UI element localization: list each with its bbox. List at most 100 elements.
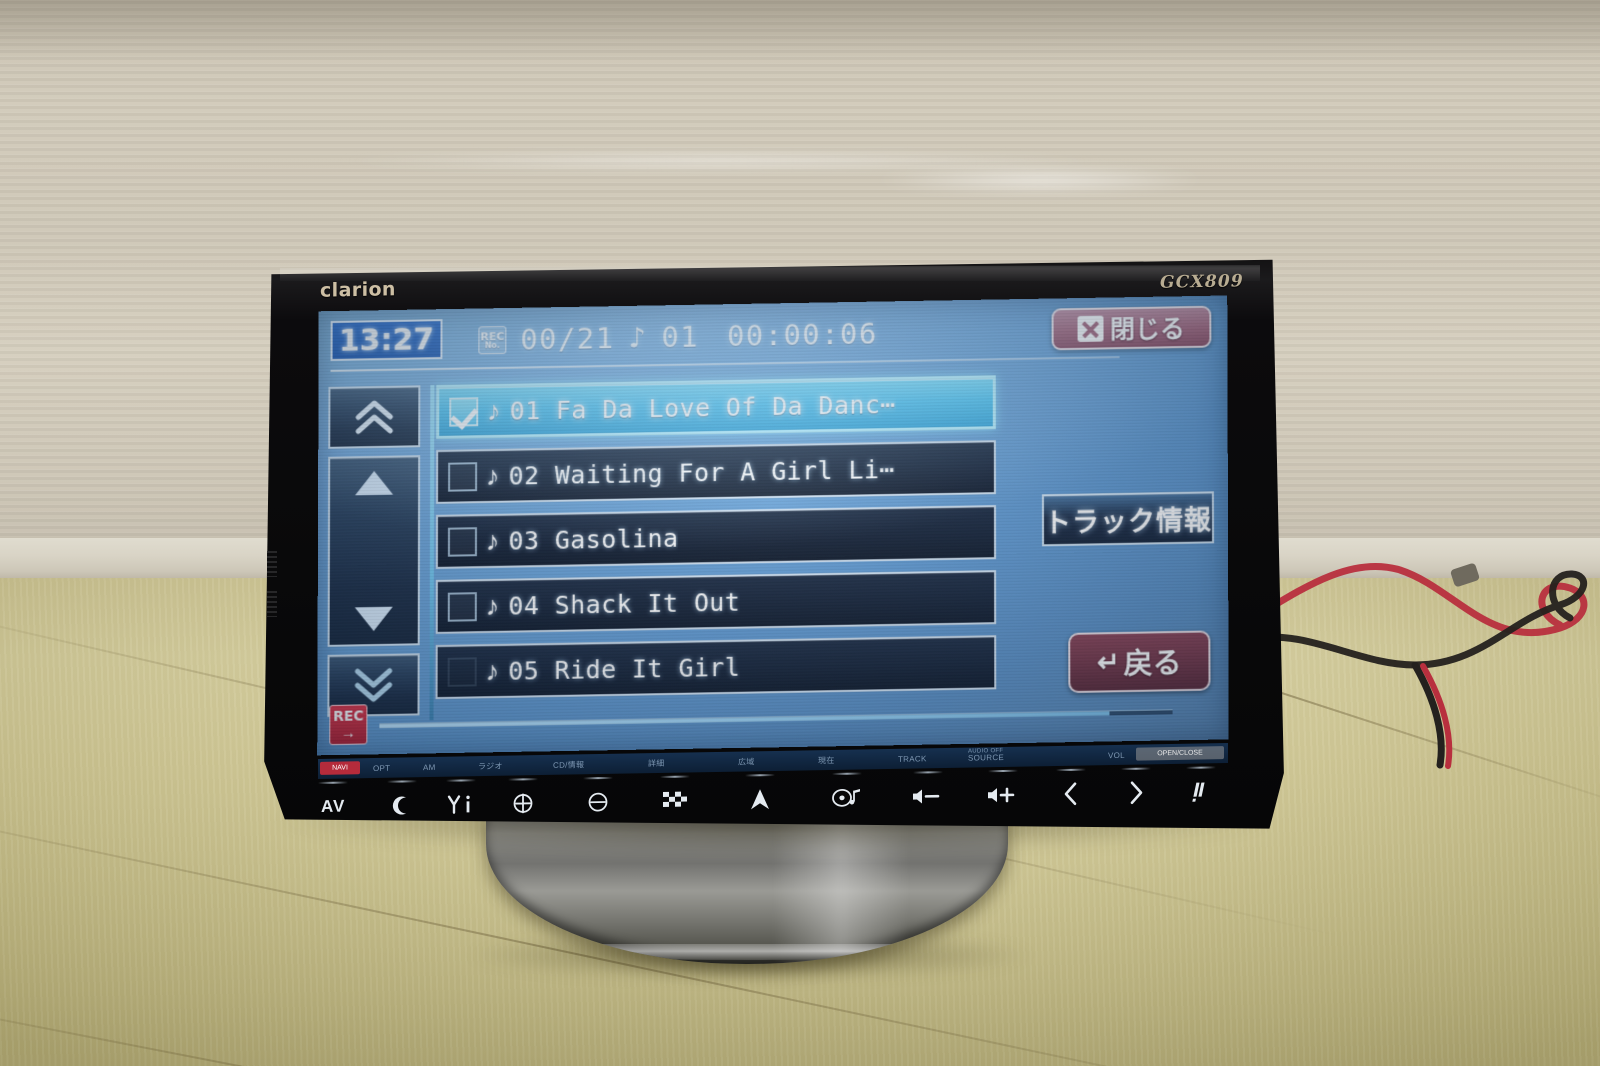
rec-indicator-line2: → [340,724,356,742]
button-cap-highlight [446,779,476,782]
rec-indicator-line1: REC [333,707,364,725]
close-button[interactable]: 閉じる [1051,305,1212,351]
button-cap-highlight [1186,766,1216,769]
track-row[interactable]: ♪ 03 Gasolina [435,505,997,569]
track-checkbox[interactable] [447,656,477,687]
page-up-button[interactable] [328,385,421,449]
button-label: VOL [1108,750,1125,760]
music-note-icon: ♪ [487,395,501,426]
progress-bar[interactable] [379,709,1173,729]
wall-highlight-2 [870,165,1210,195]
track-title: 05 Ride It Girl [508,652,741,686]
scroll-track[interactable] [327,455,421,647]
minus-circle-icon [586,790,610,814]
zoom-out-button[interactable] [583,776,613,823]
track-title: 04 Shack It Out [508,587,741,621]
triangle-up-icon[interactable] [353,468,395,499]
button-label: ラジオ [478,761,503,771]
dimmer-button[interactable] [387,780,417,826]
chevron-left-icon [1061,781,1081,807]
side-vent [267,551,277,577]
moon-icon [391,794,413,816]
playback-header: REC No. 00/21 ♪ 01 00:00:06 [478,314,878,361]
music-note-icon: ♪ [628,320,648,355]
plus-circle-icon [511,791,535,815]
y-info-icon [446,793,476,816]
list-scroll-rail [429,385,435,721]
bezel-gloss [280,265,1260,281]
car-audio-head-unit: clarion GCX809 13:27 REC No. 00/21 ♪ 01 … [258,251,1288,851]
chevron-right-icon [1126,780,1146,806]
zoom-in-button[interactable] [508,778,538,824]
wall-top-shading [0,0,1600,60]
double-chevron-up-icon [356,400,394,435]
side-vent [267,591,277,617]
header-divider [330,356,1120,372]
button-cap-highlight [1121,767,1151,770]
track-checkbox[interactable] [449,396,479,427]
track-checkbox[interactable] [447,526,477,557]
button-label: OPT [373,763,391,773]
track-checkbox[interactable] [447,591,477,622]
disc-music-icon [831,786,863,809]
eject-tilt-icon [1191,779,1211,803]
close-x-icon [1078,315,1105,342]
button-cap-highlight [660,775,690,779]
destination-button[interactable] [660,775,690,822]
music-note-icon: ♪ [485,655,500,686]
button-label: CD/情報 [553,759,585,770]
track-info-label: トラック情報 [1043,504,1213,538]
track-row[interactable]: ♪ 04 Shack It Out [435,570,997,634]
button-cap-highlight [318,781,349,784]
source-button[interactable] [831,772,863,819]
av-button[interactable]: AV [318,781,349,828]
progress-bar-fill [379,711,1110,729]
button-cap-highlight [1056,768,1086,772]
photo-scene: clarion GCX809 13:27 REC No. 00/21 ♪ 01 … [0,0,1600,1066]
av-button-label: AV [321,796,346,816]
track-title: 01 Fa Da Love Of Da Danc⋯ [509,389,896,426]
rec-no-line2: No. [484,340,500,350]
button-label: 詳細 [648,758,665,768]
checkered-flag-icon [661,790,689,812]
info-button[interactable] [446,779,476,826]
model-number-label: GCX809 [1160,271,1244,293]
rec-count-value: 00/21 [520,321,615,357]
button-cap-highlight [988,769,1018,773]
scroll-controls [327,385,421,718]
close-button-label: 閉じる [1109,315,1185,345]
track-row[interactable]: ♪ 05 Ride It Girl [435,635,997,700]
prev-track-button[interactable] [1056,768,1086,815]
volume-up-button[interactable] [986,769,1020,817]
button-cap-highlight [913,771,943,774]
open-close-button[interactable] [1186,766,1216,812]
music-note-icon: ♪ [485,590,500,621]
navigation-arrow-icon [748,787,772,811]
volume-plus-icon [986,785,1020,806]
button-cap-highlight [745,774,775,777]
track-info-button[interactable]: トラック情報 [1041,491,1215,547]
current-position-button[interactable] [745,774,775,820]
navi-badge: NAVI [320,761,360,775]
music-note-icon: ♪ [485,525,500,556]
button-label: SOURCE [968,752,1005,763]
track-row[interactable]: ♪ 01 Fa Da Love Of Da Danc⋯ [436,375,996,439]
track-title: 02 Waiting For A Girl Li⋯ [508,454,895,491]
clock-display: 13:27 [330,319,443,361]
button-label: 広域 [738,756,755,767]
track-title: 03 Gasolina [508,523,679,556]
volume-down-button[interactable] [911,771,945,818]
back-button[interactable]: ↵ 戻る [1068,630,1211,694]
back-arrow-icon: ↵ [1096,646,1120,678]
button-label: AM [423,762,436,772]
button-label: TRACK [898,753,927,764]
lcd-screen[interactable]: 13:27 REC No. 00/21 ♪ 01 00:00:06 閉じる ♪ … [317,295,1229,756]
next-track-button[interactable] [1121,767,1151,814]
track-checkbox[interactable] [448,461,478,492]
button-cap-highlight [832,772,862,776]
button-cap-highlight [583,776,613,780]
track-list: ♪ 01 Fa Da Love Of Da Danc⋯ ♪ 02 Waiting Fo… [435,375,997,710]
triangle-down-icon[interactable] [353,604,395,635]
button-cap-highlight [508,778,538,781]
track-row[interactable]: ♪ 02 Waiting For A Girl Li⋯ [436,440,996,504]
